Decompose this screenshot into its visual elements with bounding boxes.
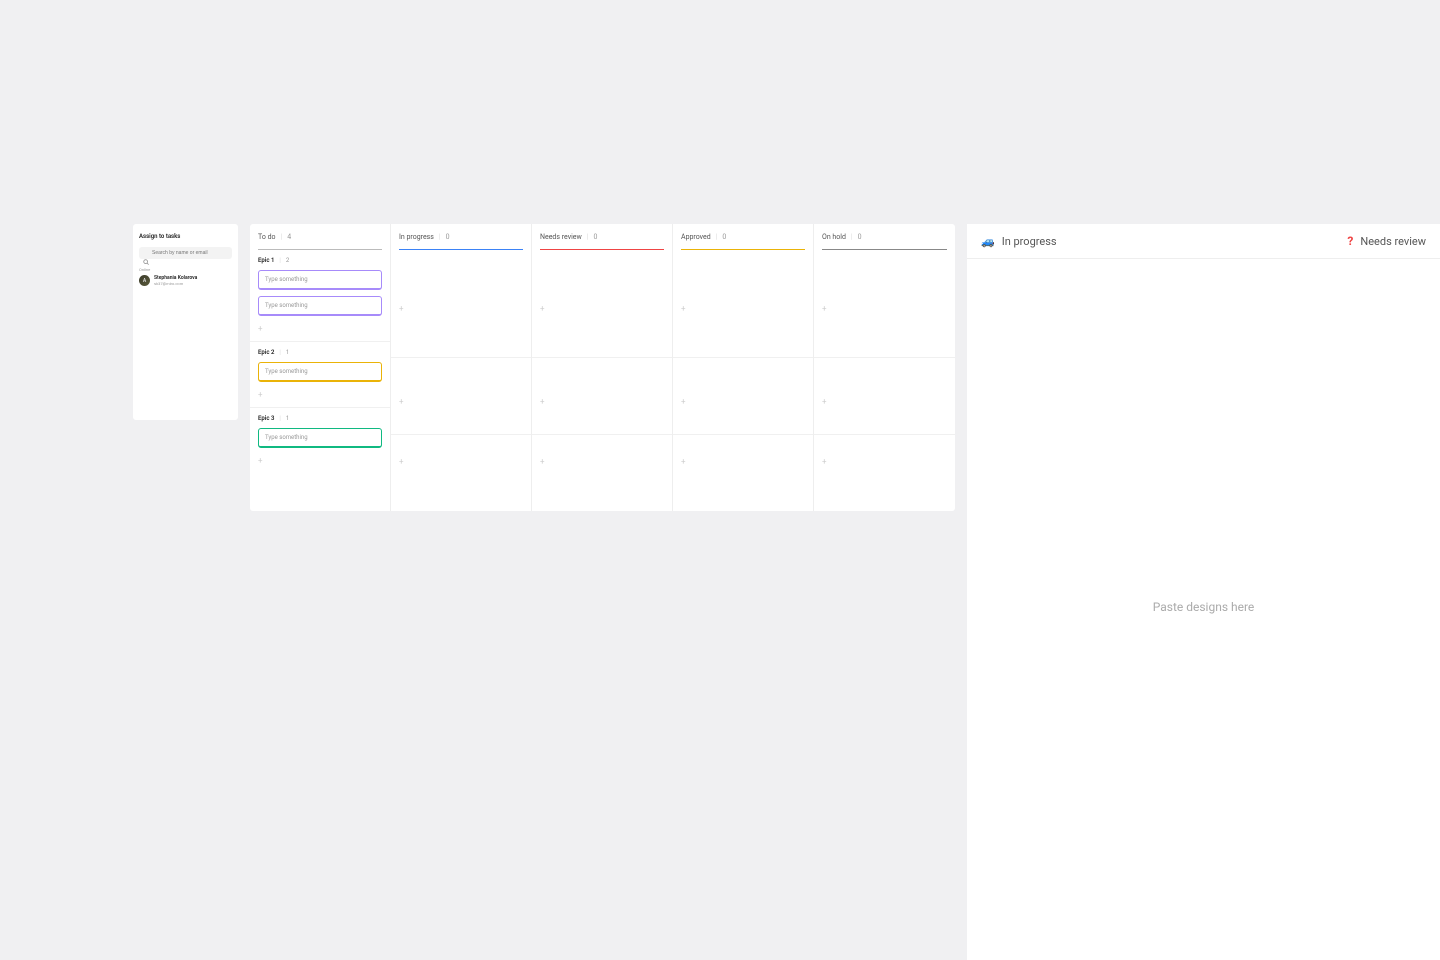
epic-title: Epic 2: [258, 349, 274, 356]
add-card-button[interactable]: +: [258, 454, 382, 473]
divider: |: [281, 233, 283, 241]
task-card[interactable]: Type something: [258, 270, 382, 290]
column-needs-review: Needs review | 0 + + +: [532, 224, 673, 511]
empty-cell: +: [673, 358, 813, 435]
add-card-button[interactable]: +: [540, 296, 545, 321]
add-card-button[interactable]: +: [540, 389, 545, 414]
epic-title: Epic 1: [258, 257, 274, 264]
divider: |: [587, 233, 589, 241]
status-tab-in-progress[interactable]: 🚙 In progress: [981, 234, 1057, 248]
epic-section: Epic 2 | 1 Type something +: [250, 342, 390, 408]
assign-to-tasks-panel: Assign to tasks Online A Stephania Kolar…: [133, 224, 238, 420]
column-header[interactable]: Approved | 0: [673, 224, 813, 249]
column-approved: Approved | 0 + + +: [673, 224, 814, 511]
divider: |: [279, 257, 280, 264]
column-title: Approved: [681, 233, 711, 241]
add-card-button[interactable]: +: [822, 389, 827, 414]
add-card-button[interactable]: +: [399, 389, 404, 414]
divider: |: [279, 349, 280, 356]
add-card-button[interactable]: +: [258, 388, 382, 407]
car-icon: 🚙: [981, 235, 995, 248]
add-card-button[interactable]: +: [399, 296, 404, 321]
column-on-hold: On hold | 0 + + +: [814, 224, 955, 511]
epic-count: 1: [286, 415, 289, 422]
column-header[interactable]: In progress | 0: [391, 224, 531, 249]
empty-cell: +: [814, 358, 955, 435]
question-icon: ?: [1347, 234, 1353, 248]
divider: |: [851, 233, 853, 241]
column-count: 0: [593, 233, 597, 241]
column-in-progress: In progress | 0 + + +: [391, 224, 532, 511]
status-label: Needs review: [1360, 235, 1426, 248]
empty-cell: +: [391, 250, 531, 358]
search-box[interactable]: [139, 247, 232, 259]
search-input[interactable]: [152, 250, 228, 256]
divider: |: [716, 233, 718, 241]
empty-cell: +: [814, 250, 955, 358]
empty-cell: +: [391, 435, 531, 488]
user-info: Stephania Kolarova sk37@miro.com: [154, 275, 197, 286]
empty-cell: +: [673, 435, 813, 488]
column-header[interactable]: To do | 4: [250, 224, 390, 249]
column-header[interactable]: On hold | 0: [814, 224, 955, 249]
designs-panel-header: 🚙 In progress ? Needs review: [967, 224, 1440, 259]
empty-cell: +: [814, 435, 955, 488]
avatar: A: [139, 275, 150, 286]
designs-panel: 🚙 In progress ? Needs review Paste desig…: [967, 224, 1440, 960]
search-icon: [143, 250, 149, 256]
online-label: Online: [139, 267, 232, 272]
add-card-button[interactable]: +: [258, 322, 382, 341]
empty-cell: +: [532, 358, 672, 435]
assign-panel-title: Assign to tasks: [139, 233, 232, 240]
epic-section: Epic 3 | 1 Type something +: [250, 408, 390, 473]
column-title: Needs review: [540, 233, 582, 241]
add-card-button[interactable]: +: [681, 449, 686, 474]
task-card[interactable]: Type something: [258, 296, 382, 316]
task-card[interactable]: Type something: [258, 362, 382, 382]
column-title: On hold: [822, 233, 846, 241]
divider: |: [439, 233, 441, 241]
column-count: 0: [446, 233, 450, 241]
epic-header[interactable]: Epic 1 | 2: [258, 257, 382, 264]
paste-placeholder: Paste designs here: [1153, 600, 1255, 614]
status-tab-needs-review[interactable]: ? Needs review: [1347, 234, 1426, 248]
add-card-button[interactable]: +: [540, 449, 545, 474]
divider: |: [279, 415, 280, 422]
empty-cell: +: [532, 435, 672, 488]
empty-cell: +: [532, 250, 672, 358]
status-label: In progress: [1002, 235, 1057, 248]
add-card-button[interactable]: +: [399, 449, 404, 474]
user-row[interactable]: A Stephania Kolarova sk37@miro.com: [139, 275, 232, 286]
column-title: In progress: [399, 233, 434, 241]
epic-header[interactable]: Epic 3 | 1: [258, 415, 382, 422]
epic-section: Epic 1 | 2 Type something Type something…: [250, 250, 390, 342]
column-count: 4: [287, 233, 291, 241]
epic-title: Epic 3: [258, 415, 274, 422]
epic-header[interactable]: Epic 2 | 1: [258, 349, 382, 356]
paste-drop-area[interactable]: Paste designs here: [967, 259, 1440, 955]
column-header[interactable]: Needs review | 0: [532, 224, 672, 249]
empty-cell: +: [391, 358, 531, 435]
task-card[interactable]: Type something: [258, 428, 382, 448]
add-card-button[interactable]: +: [681, 296, 686, 321]
empty-cell: +: [673, 250, 813, 358]
user-email: sk37@miro.com: [154, 281, 197, 286]
epic-count: 1: [286, 349, 289, 356]
column-count: 0: [722, 233, 726, 241]
add-card-button[interactable]: +: [681, 389, 686, 414]
column-count: 0: [858, 233, 862, 241]
column-title: To do: [258, 233, 276, 241]
epic-count: 2: [286, 257, 289, 264]
column-todo: To do | 4 Epic 1 | 2 Type something Type…: [250, 224, 391, 511]
add-card-button[interactable]: +: [822, 449, 827, 474]
kanban-board: To do | 4 Epic 1 | 2 Type something Type…: [250, 224, 955, 511]
add-card-button[interactable]: +: [822, 296, 827, 321]
